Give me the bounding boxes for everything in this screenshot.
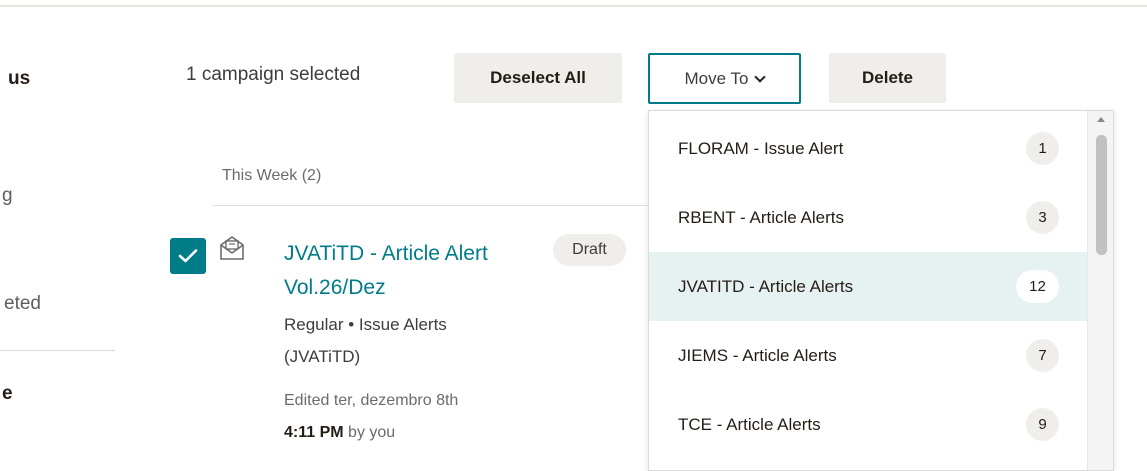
dropdown-item[interactable]: JIEMS - Article Alerts 7 — [649, 321, 1087, 390]
dropdown-item-count: 7 — [1026, 339, 1059, 372]
dropdown-item[interactable]: FLORAM - Issue Alert 1 — [649, 114, 1087, 183]
move-to-dropdown: FLORAM - Issue Alert 1 RBENT - Article A… — [648, 110, 1114, 471]
top-divider — [0, 0, 1147, 7]
sidebar-item-1[interactable]: g — [2, 185, 13, 207]
campaign-edited-date: Edited ter, dezembro 8th — [284, 392, 459, 409]
edited-by-text: by you — [343, 424, 396, 441]
envelope-open-icon — [218, 234, 246, 262]
chevron-down-icon — [754, 70, 767, 83]
move-to-button[interactable]: Move To — [648, 53, 801, 104]
dropdown-item[interactable]: RBENT - Article Alerts 3 — [649, 183, 1087, 252]
dropdown-item-count: 3 — [1026, 201, 1059, 234]
sidebar-item-3[interactable]: e — [2, 383, 13, 405]
campaign-edited-time: 4:11 PM by you — [284, 417, 395, 449]
scroll-thumb[interactable] — [1096, 135, 1107, 255]
dropdown-item-count: 12 — [1016, 270, 1059, 303]
dropdown-item-count: 9 — [1026, 408, 1059, 441]
sidebar-item-2[interactable]: eted — [4, 293, 41, 315]
sidebar-divider — [0, 350, 115, 351]
sidebar-status-heading: us — [8, 68, 31, 89]
campaign-type: Regular • Issue Alerts — [284, 315, 447, 334]
campaign-checkbox[interactable] — [170, 238, 206, 274]
status-badge: Draft — [553, 234, 626, 266]
dropdown-scrollbar[interactable] — [1087, 111, 1113, 470]
section-heading: This Week (2) — [222, 167, 322, 184]
dropdown-item-label: RBENT - Article Alerts — [678, 207, 844, 227]
deselect-all-button[interactable]: Deselect All — [454, 53, 622, 103]
edited-time-value: 4:11 PM — [284, 424, 344, 441]
dropdown-item-label: FLORAM - Issue Alert — [678, 138, 844, 158]
delete-button[interactable]: Delete — [829, 53, 946, 103]
dropdown-item-label: TCE - Article Alerts — [678, 414, 821, 434]
dropdown-item[interactable]: TCE - Article Alerts 9 — [649, 390, 1087, 459]
move-to-label: Move To — [684, 68, 749, 88]
dropdown-item-label: JIEMS - Article Alerts — [678, 345, 837, 365]
checkmark-icon — [178, 249, 198, 263]
campaign-title-link[interactable]: JVATiTD - Article Alert Vol.26/Dez — [284, 237, 544, 305]
selection-count: 1 campaign selected — [186, 64, 361, 85]
dropdown-item-active[interactable]: JVATITD - Article Alerts 12 — [649, 252, 1087, 321]
dropdown-item-label: JVATITD - Article Alerts — [678, 276, 854, 296]
section-divider — [213, 205, 653, 206]
scroll-up-arrow-icon[interactable] — [1097, 117, 1105, 122]
dropdown-item-count: 1 — [1026, 132, 1059, 165]
campaign-audience: (JVATiTD) — [284, 347, 361, 366]
